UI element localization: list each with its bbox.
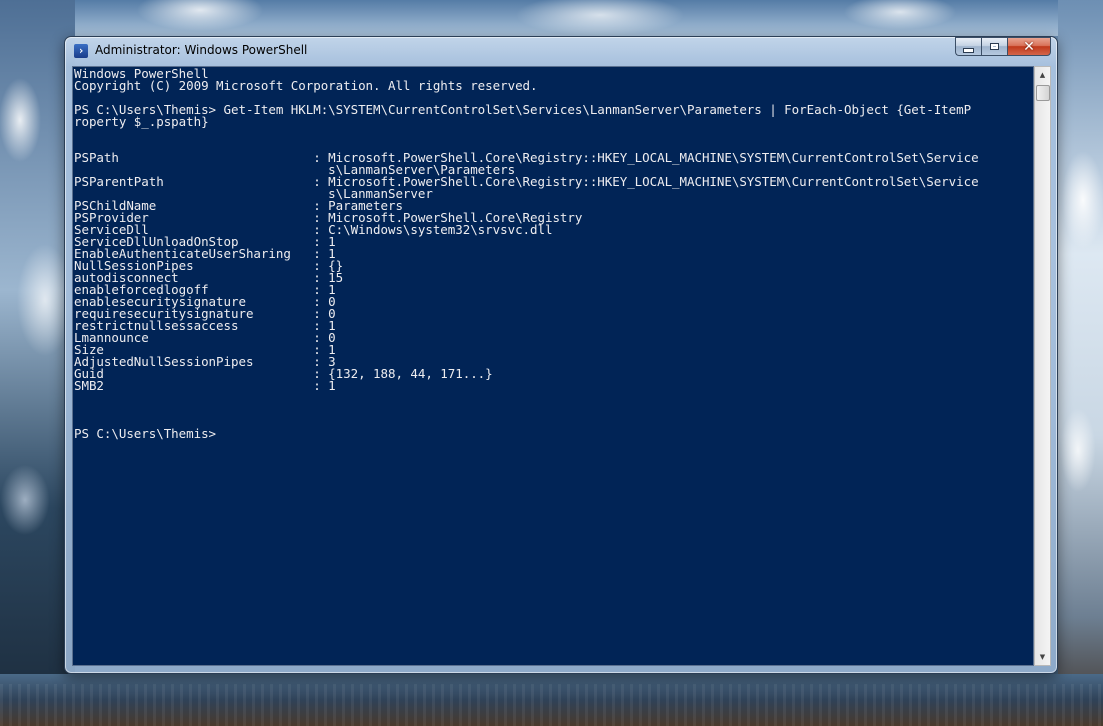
scroll-up-button[interactable]: ▲ [1035, 67, 1050, 83]
powershell-icon[interactable]: › [74, 44, 88, 58]
wallpaper-snowy-trees-right [1058, 0, 1103, 726]
powershell-window[interactable]: › Administrator: Windows PowerShell ✕ Wi… [64, 36, 1058, 674]
console-line: Copyright (C) 2009 Microsoft Corporation… [74, 78, 538, 93]
scrollbar-thumb[interactable] [1036, 85, 1050, 101]
console-text: Windows PowerShell Copyright (C) 2009 Mic… [74, 67, 979, 441]
caption-buttons: ✕ [955, 37, 1051, 57]
console-line: PS C:\Users\Themis> [74, 426, 217, 441]
minimize-icon [963, 47, 974, 53]
console-line: SMB2 : 1 [74, 378, 336, 393]
console-output-area[interactable]: Windows PowerShell Copyright (C) 2009 Mic… [72, 66, 1034, 666]
console-line: roperty $_.pspath} [74, 114, 209, 129]
title-bar[interactable]: › Administrator: Windows PowerShell ✕ [65, 37, 1057, 65]
scroll-down-icon: ▼ [1039, 653, 1046, 661]
vertical-scrollbar[interactable]: ▲ ▼ [1034, 66, 1051, 666]
scroll-up-icon: ▲ [1039, 71, 1046, 79]
console-line: PS C:\Users\Themis> Get-Item HKLM:\SYSTE… [74, 102, 972, 117]
wallpaper-snowy-trees-top [0, 0, 1103, 36]
wallpaper-river [0, 674, 1103, 726]
window-title: Administrator: Windows PowerShell [95, 43, 308, 57]
maximize-button[interactable] [981, 37, 1007, 56]
close-button[interactable]: ✕ [1007, 37, 1051, 56]
maximize-icon [990, 43, 999, 50]
scroll-down-button[interactable]: ▼ [1035, 649, 1050, 665]
close-icon: ✕ [1023, 38, 1035, 55]
minimize-button[interactable] [955, 37, 981, 56]
